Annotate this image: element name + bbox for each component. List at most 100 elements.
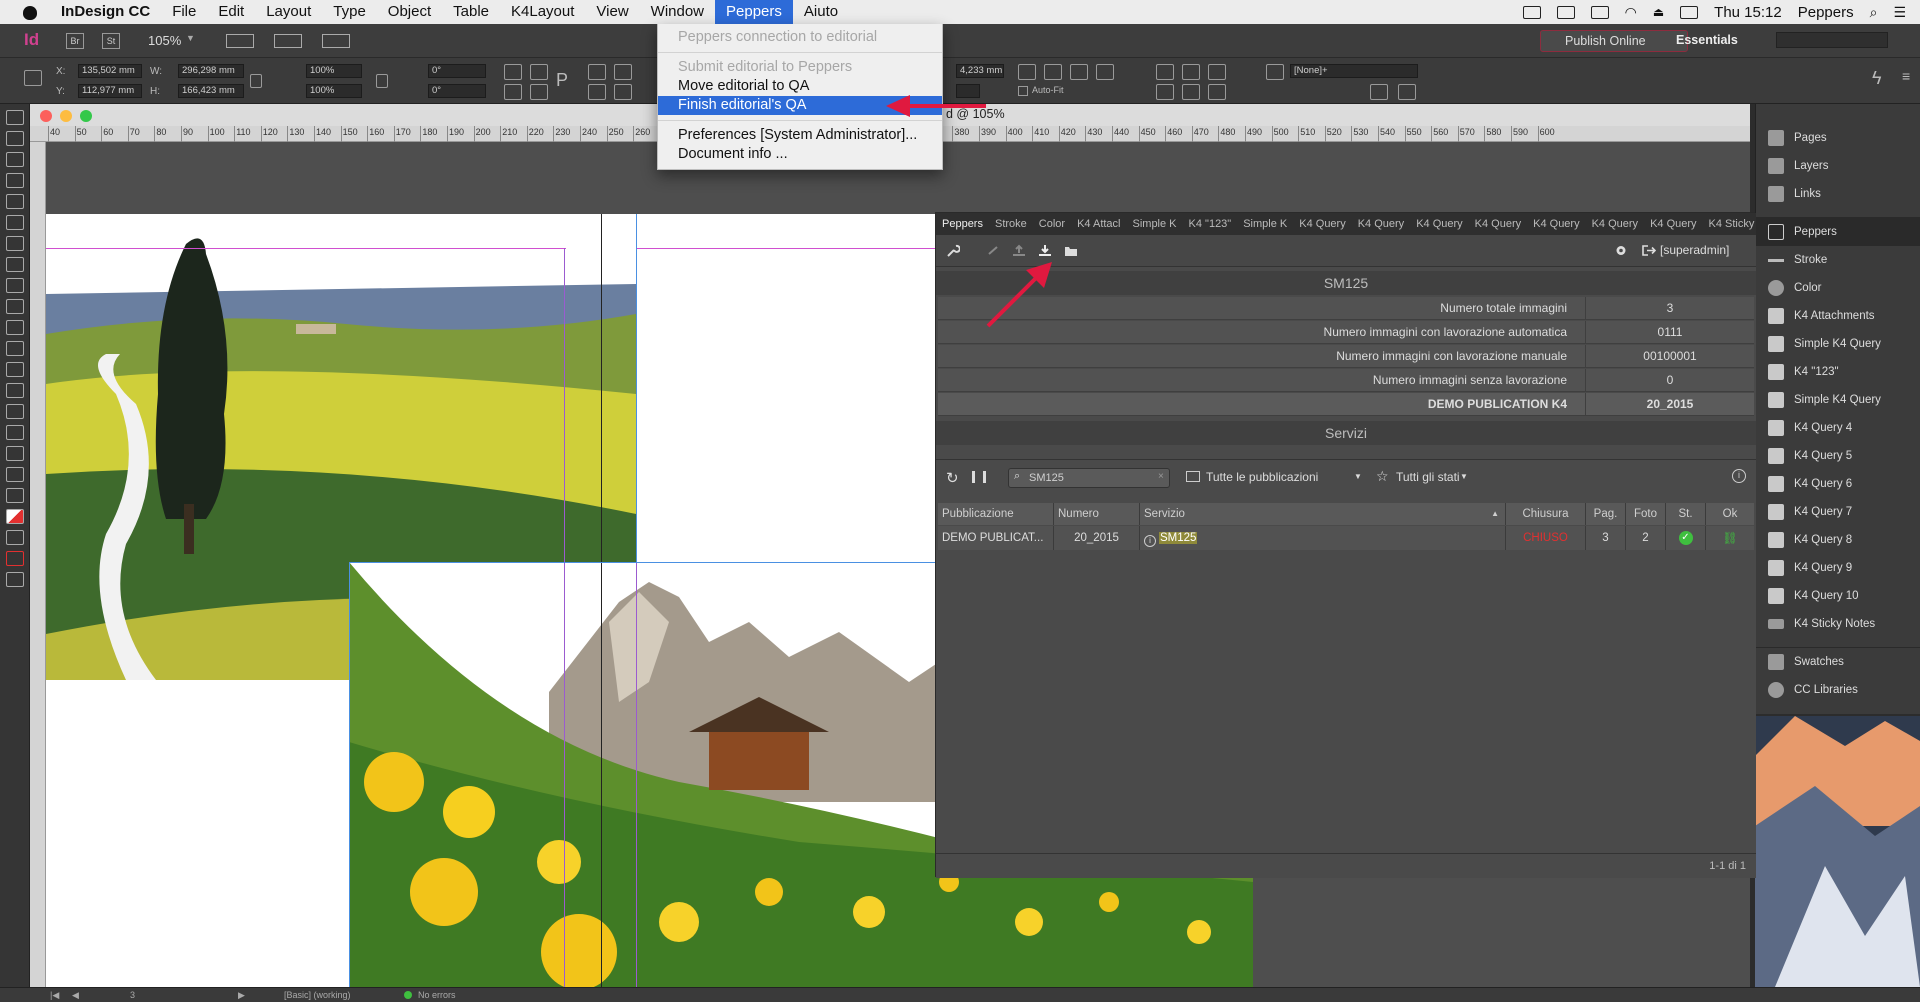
width-field[interactable]: 296,298 mm bbox=[178, 64, 244, 78]
link-scale-icon[interactable] bbox=[376, 74, 388, 88]
dock-cc-libraries[interactable]: CC Libraries bbox=[1756, 676, 1920, 704]
dock-k4-sticky-notes[interactable]: K4 Sticky Notes bbox=[1756, 610, 1920, 638]
dock-k4-query-5[interactable]: K4 Query 5 bbox=[1756, 442, 1920, 470]
eyedropper-tool-icon[interactable] bbox=[5, 446, 24, 461]
bridge-button[interactable]: Br bbox=[66, 33, 84, 49]
chevron-down-icon[interactable]: ▼ bbox=[186, 33, 195, 43]
dock-stroke[interactable]: Stroke bbox=[1756, 246, 1920, 274]
rectangle-frame-tool-icon[interactable] bbox=[5, 299, 24, 314]
workspace-switcher[interactable]: Essentials bbox=[1676, 33, 1738, 47]
free-transform-tool-icon[interactable] bbox=[5, 362, 24, 377]
direct-selection-tool-icon[interactable] bbox=[5, 131, 24, 146]
distribute-center-icon[interactable] bbox=[1182, 84, 1200, 100]
gradient-feather-tool-icon[interactable] bbox=[5, 404, 24, 419]
shear-field[interactable]: 0° bbox=[428, 84, 486, 98]
preflight-profile[interactable]: [Basic] (working) bbox=[284, 990, 351, 1000]
scale-y-field[interactable]: 100% bbox=[306, 84, 362, 98]
states-filter[interactable]: Tutti gli stati bbox=[1396, 470, 1460, 484]
effects-icon[interactable] bbox=[1398, 84, 1416, 100]
dock-k4-query-6[interactable]: K4 Query 6 bbox=[1756, 470, 1920, 498]
display-icon[interactable] bbox=[1556, 5, 1575, 19]
col-number[interactable]: Numero bbox=[1054, 503, 1140, 525]
center-content-icon[interactable] bbox=[1070, 64, 1088, 80]
col-photos[interactable]: Foto bbox=[1626, 503, 1666, 525]
rotate-ccw-icon[interactable] bbox=[530, 64, 548, 80]
rectangle-tool-icon[interactable] bbox=[5, 320, 24, 335]
link-ok-icon[interactable]: ⛓ bbox=[1722, 531, 1737, 545]
menu-app-name[interactable]: InDesign CC bbox=[50, 0, 161, 24]
screen-mode-icon[interactable] bbox=[274, 34, 302, 48]
height-field[interactable]: 166,423 mm bbox=[178, 84, 244, 98]
dock-k4-query-8[interactable]: K4 Query 8 bbox=[1756, 526, 1920, 554]
object-style-select[interactable]: [None]+ bbox=[1290, 64, 1418, 78]
select-previous-icon[interactable] bbox=[614, 64, 632, 80]
chevron-down-icon[interactable]: ▼ bbox=[1460, 472, 1468, 481]
panel-menu-icon[interactable]: ≡ bbox=[1902, 68, 1910, 84]
select-content-icon[interactable] bbox=[588, 84, 606, 100]
col-publication[interactable]: Pubblicazione bbox=[938, 503, 1054, 525]
menu-file[interactable]: File bbox=[161, 0, 207, 24]
menu-k4layout[interactable]: K4Layout bbox=[500, 0, 585, 24]
zoom-window-button[interactable] bbox=[80, 110, 92, 122]
flip-icon[interactable] bbox=[504, 84, 522, 100]
tab-k4-query[interactable]: K4 Query bbox=[1410, 213, 1468, 235]
type-tool-icon[interactable] bbox=[5, 215, 24, 230]
line-tool-icon[interactable] bbox=[5, 236, 24, 251]
refresh-icon[interactable]: ↻ bbox=[946, 469, 959, 487]
tab-k4-query[interactable]: K4 Query bbox=[1644, 213, 1702, 235]
note-tool-icon[interactable] bbox=[5, 425, 24, 440]
close-window-button[interactable] bbox=[40, 110, 52, 122]
distribute-right-icon[interactable] bbox=[1208, 84, 1226, 100]
dock-k4-attachments[interactable]: K4 Attachments bbox=[1756, 302, 1920, 330]
select-next-icon[interactable] bbox=[614, 84, 632, 100]
service-name-highlight[interactable]: SM125 bbox=[1159, 532, 1198, 544]
menu-object[interactable]: Object bbox=[377, 0, 442, 24]
flip-vertical-icon[interactable] bbox=[530, 84, 548, 100]
y-field[interactable]: 112,977 mm bbox=[78, 84, 142, 98]
window-icon[interactable] bbox=[1522, 5, 1541, 19]
rotate-icon[interactable] bbox=[504, 64, 522, 80]
columns-icon[interactable] bbox=[972, 471, 986, 483]
distribute-left-icon[interactable] bbox=[1156, 84, 1174, 100]
dock-k4-query-9[interactable]: K4 Query 9 bbox=[1756, 554, 1920, 582]
dock-pages[interactable]: Pages bbox=[1756, 124, 1920, 152]
tab-stroke[interactable]: Stroke bbox=[989, 213, 1033, 235]
search-input[interactable]: SM125 bbox=[1008, 468, 1170, 488]
first-page-icon[interactable]: |◀ bbox=[50, 990, 59, 1001]
dock-k4-123[interactable]: K4 "123" bbox=[1756, 358, 1920, 386]
menubar-user[interactable]: Peppers bbox=[1798, 4, 1854, 21]
dock-k4-query-7[interactable]: K4 Query 7 bbox=[1756, 498, 1920, 526]
x-field[interactable]: 135,502 mm bbox=[78, 64, 142, 78]
chevron-down-icon[interactable]: ▼ bbox=[1354, 472, 1362, 481]
tab-k4-query[interactable]: K4 Query bbox=[1293, 213, 1351, 235]
tab-k4-query[interactable]: K4 Query bbox=[1352, 213, 1410, 235]
logout-icon[interactable] bbox=[1642, 244, 1656, 257]
vertical-ruler[interactable] bbox=[30, 142, 46, 987]
constrain-proportions-icon[interactable] bbox=[250, 74, 262, 88]
menu-type[interactable]: Type bbox=[322, 0, 377, 24]
menu-item-preferences[interactable]: Preferences [System Administrator]... bbox=[658, 126, 942, 145]
search-input[interactable] bbox=[1776, 32, 1888, 48]
col-closing[interactable]: Chiusura bbox=[1506, 503, 1586, 525]
gap-tool-icon[interactable] bbox=[5, 173, 24, 188]
wrap-icon[interactable] bbox=[1370, 84, 1388, 100]
prev-page-icon[interactable]: ◀ bbox=[72, 990, 79, 1001]
publish-online-button[interactable]: Publish Online bbox=[1540, 30, 1688, 52]
pencil-tool-icon[interactable] bbox=[5, 278, 24, 293]
arrange-documents-icon[interactable] bbox=[322, 34, 350, 48]
select-container-icon[interactable] bbox=[588, 64, 606, 80]
menu-aiuto[interactable]: Aiuto bbox=[793, 0, 849, 24]
tab-color[interactable]: Color bbox=[1033, 213, 1071, 235]
scale-x-field[interactable]: 100% bbox=[306, 64, 362, 78]
col-state[interactable]: St. bbox=[1666, 503, 1706, 525]
page-tool-icon[interactable] bbox=[5, 152, 24, 167]
hand-tool-icon[interactable] bbox=[5, 467, 24, 482]
menu-layout[interactable]: Layout bbox=[255, 0, 322, 24]
menu-window[interactable]: Window bbox=[640, 0, 715, 24]
object-style-icon[interactable] bbox=[1266, 64, 1284, 80]
tab-k4-sticky[interactable]: K4 Sticky N bbox=[1703, 213, 1756, 235]
menubar-clock[interactable]: Thu 15:12 bbox=[1714, 4, 1782, 21]
publications-filter[interactable]: Tutte le pubblicazioni bbox=[1206, 470, 1318, 484]
dock-peppers[interactable]: Peppers bbox=[1756, 218, 1920, 246]
wrench-icon[interactable] bbox=[946, 244, 960, 257]
